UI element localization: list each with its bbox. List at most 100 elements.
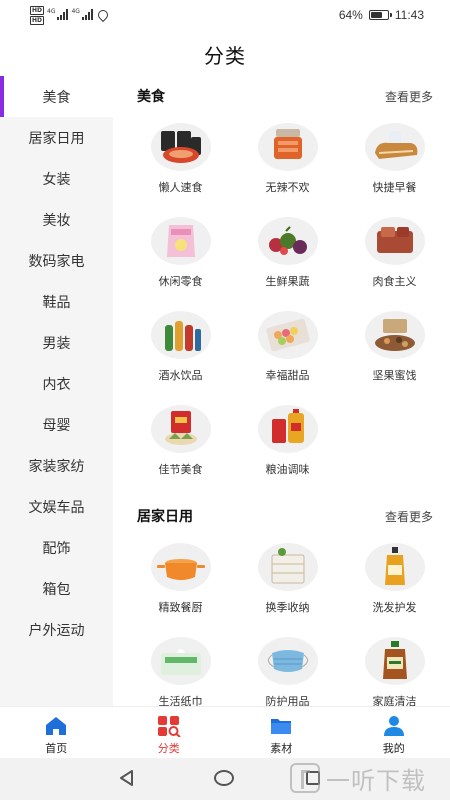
home-icon [43, 715, 69, 737]
sidebar-item-baby[interactable]: 母婴 [0, 404, 113, 445]
nav-tab-category[interactable]: 分类 [113, 707, 226, 758]
category-tile[interactable]: 无辣不欢 [234, 123, 341, 217]
view-more-link[interactable]: 查看更多 [385, 508, 433, 525]
storage-drawer-icon [257, 543, 318, 591]
macaron-icon [257, 311, 318, 359]
pot-icon [150, 543, 211, 591]
category-tile-label: 精致餐厨 [158, 601, 203, 614]
meat-box-icon [364, 217, 425, 265]
bread-icon [364, 123, 425, 171]
section-header-food: 美食 查看更多 [137, 86, 433, 106]
category-tile[interactable]: 坚果蜜饯 [341, 311, 448, 405]
hd-badge: HD [30, 16, 45, 25]
category-tile-label: 生鲜果蔬 [265, 275, 310, 288]
category-tile[interactable]: 精致餐厨 [127, 543, 234, 637]
category-tile-label: 防护用品 [265, 695, 310, 706]
sidebar-item-entertainment-car[interactable]: 文娱车品 [0, 486, 113, 527]
nav-tab-home[interactable]: 首页 [0, 707, 113, 758]
battery-icon [368, 10, 392, 20]
clock: 11:43 [394, 8, 424, 22]
sidebar-item-beauty[interactable]: 美妆 [0, 199, 113, 240]
face-mask-icon [257, 637, 318, 685]
status-left: HD HD 4G 4G [30, 6, 111, 25]
category-tile-label: 快捷早餐 [372, 181, 417, 194]
category-tile[interactable]: 换季收纳 [234, 543, 341, 637]
signal-icon: 4G [71, 8, 93, 20]
back-icon[interactable] [118, 769, 136, 791]
watermark-logo-icon [290, 763, 320, 793]
category-tile[interactable]: 洗发护发 [341, 543, 448, 637]
tissue-icon [150, 637, 211, 685]
bottom-navigation: 首页 分类 素材 我的 [0, 706, 450, 758]
signal-icon: 4G [47, 8, 69, 20]
sidebar-item-womens-clothing[interactable]: 女装 [0, 158, 113, 199]
sidebar-item-label: 居家日用 [28, 130, 85, 147]
category-content: 美食 查看更多 懒人速食 无辣不欢 快捷早餐 休闲零食 生鲜果蔬 肉食主义 酒水… [113, 76, 450, 706]
category-tile[interactable]: 懒人速食 [127, 123, 234, 217]
sidebar-item-accessories[interactable]: 配饰 [0, 527, 113, 568]
sidebar-item-label: 数码家电 [28, 253, 85, 270]
section-header-household: 居家日用 查看更多 [137, 506, 433, 526]
fruit-vegetable-icon [257, 217, 318, 265]
battery-percent: 64% [338, 8, 363, 22]
sidebar-item-label: 配饰 [42, 540, 71, 557]
category-tile[interactable]: 家庭清洁 [341, 637, 448, 706]
sidebar-item-label: 女装 [42, 171, 71, 188]
disinfectant-icon [364, 637, 425, 685]
sidebar-item-household[interactable]: 居家日用 [0, 117, 113, 158]
category-tile-label: 肉食主义 [372, 275, 417, 288]
category-tile-label: 换季收纳 [265, 601, 310, 614]
category-tile[interactable]: 休闲零食 [127, 217, 234, 311]
nav-tab-label: 分类 [157, 742, 180, 755]
sidebar-item-outdoor[interactable]: 户外运动 [0, 609, 113, 650]
category-tile[interactable]: 佳节美食 [127, 405, 234, 499]
food-grid: 懒人速食 无辣不欢 快捷早餐 休闲零食 生鲜果蔬 肉食主义 酒水饮品 幸福甜品 … [127, 123, 449, 499]
sidebar-item-shoes[interactable]: 鞋品 [0, 281, 113, 322]
category-tile[interactable]: 幸福甜品 [234, 311, 341, 405]
watermark-text: 一听下载 [326, 766, 426, 795]
status-right: 64% 11:43 [339, 8, 424, 22]
category-tile-label: 生活纸巾 [158, 695, 203, 706]
sidebar-item-label: 母婴 [42, 417, 71, 434]
category-tile[interactable]: 生鲜果蔬 [234, 217, 341, 311]
nuts-icon [364, 311, 425, 359]
category-icon [156, 715, 182, 737]
sidebar-item-label: 箱包 [42, 581, 71, 598]
category-tile[interactable]: 粮油调味 [234, 405, 341, 499]
category-tile-label: 洗发护发 [372, 601, 417, 614]
category-tile-label: 休闲零食 [158, 275, 203, 288]
sidebar-item-food[interactable]: 美食 [0, 76, 113, 117]
sidebar-item-underwear[interactable]: 内衣 [0, 363, 113, 404]
sidebar-item-label: 美食 [42, 89, 71, 106]
sidebar-item-digital[interactable]: 数码家电 [0, 240, 113, 281]
page-title: 分类 [204, 44, 246, 68]
category-tile-label: 酒水饮品 [158, 369, 203, 382]
category-tile-label: 粮油调味 [265, 463, 310, 476]
nav-tab-label: 首页 [45, 742, 68, 755]
category-tile[interactable]: 肉食主义 [341, 217, 448, 311]
sidebar-item-label: 文娱车品 [28, 499, 85, 516]
user-icon [381, 715, 407, 737]
category-tile[interactable]: 防护用品 [234, 637, 341, 706]
category-tile[interactable]: 生活纸巾 [127, 637, 234, 706]
snack-bag-icon [150, 217, 211, 265]
sidebar-item-home-textile[interactable]: 家装家纺 [0, 445, 113, 486]
nav-tab-label: 我的 [382, 742, 405, 755]
sidebar-item-label: 美妆 [42, 212, 71, 229]
sidebar-item-bags[interactable]: 箱包 [0, 568, 113, 609]
sidebar-item-label: 男装 [42, 335, 71, 352]
category-tile[interactable]: 酒水饮品 [127, 311, 234, 405]
location-icon [95, 7, 111, 23]
category-tile[interactable]: 快捷早餐 [341, 123, 448, 217]
sidebar-item-label: 内衣 [42, 376, 71, 393]
home-circle-icon[interactable] [214, 770, 234, 786]
drinks-icon [150, 311, 211, 359]
view-more-link[interactable]: 查看更多 [385, 88, 433, 105]
nav-tab-profile[interactable]: 我的 [338, 707, 450, 758]
spicy-meat-icon [257, 123, 318, 171]
nav-tab-materials[interactable]: 素材 [225, 707, 338, 758]
sidebar-item-mens-clothing[interactable]: 男装 [0, 322, 113, 363]
folder-icon [268, 715, 294, 737]
shampoo-icon [364, 543, 425, 591]
category-tile-label: 家庭清洁 [372, 695, 417, 706]
